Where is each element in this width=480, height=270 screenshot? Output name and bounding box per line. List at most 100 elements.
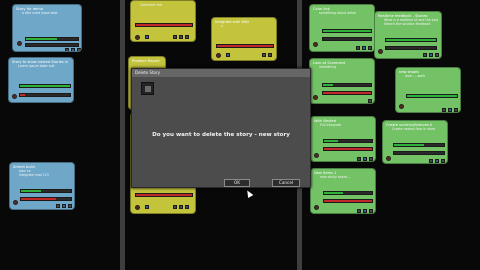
progress-bar [385,38,437,42]
action-icon[interactable] [145,205,149,209]
action-icon[interactable] [448,108,452,112]
card-subtitle: a title need know best [22,11,58,16]
card-subtitle: Something [319,65,337,70]
story-card[interactable]: Look at Scorecard Something [309,58,375,104]
progress-bar [406,94,458,98]
card-subtitle: Search the solution feedback [384,22,431,27]
board: Story for demo a title need know best St… [0,0,480,270]
progress-bar [20,189,72,193]
card-subtitle: a [221,24,223,29]
warning-icon [141,82,154,95]
action-icon[interactable] [435,53,439,57]
status-dot-icon[interactable] [313,95,318,100]
progress-bar [385,46,437,50]
action-icon[interactable] [173,35,177,39]
action-icon[interactable] [362,46,366,50]
action-icon[interactable] [262,53,266,57]
dialog-title: Delete Story [132,69,310,77]
action-icon[interactable] [179,35,183,39]
action-icon[interactable] [423,53,427,57]
action-icon[interactable] [441,159,445,163]
action-icon[interactable] [71,48,75,51]
progress-bar [135,23,193,27]
progress-bar [393,151,445,155]
story-card[interactable]: Create screens/features II Create nested… [382,120,448,164]
action-icon[interactable] [68,204,72,208]
status-dot-icon[interactable] [314,153,319,158]
action-icon[interactable] [268,53,272,57]
action-icon[interactable] [454,108,458,112]
progress-bar [20,197,72,201]
progress-bar [393,143,445,147]
action-icon[interactable] [369,209,373,213]
progress-bar [322,29,372,33]
status-dot-icon[interactable] [135,205,140,210]
ok-button[interactable]: OK [224,179,250,187]
action-icon[interactable] [363,209,367,213]
progress-bar [323,139,373,143]
action-icon[interactable] [62,204,66,208]
action-icon[interactable] [56,204,60,208]
action-icon[interactable] [65,48,69,51]
card-subtitle: Lorem ipsum dolor suit [18,64,55,69]
status-dot-icon[interactable] [13,200,18,205]
action-icon[interactable] [356,46,360,50]
status-dot-icon[interactable] [17,41,22,46]
action-icon[interactable] [369,157,373,161]
progress-bar [322,83,372,87]
action-icon[interactable] [357,157,361,161]
action-icon[interactable] [435,159,439,163]
action-icon[interactable] [357,209,361,213]
action-icon[interactable] [185,205,189,209]
status-dot-icon[interactable] [386,156,391,161]
story-card[interactable]: With Nested Full integrate [310,116,376,162]
action-icon[interactable] [226,53,230,57]
progress-bar [19,93,71,97]
card-subtitle: Full integrate [320,123,342,128]
status-dot-icon[interactable] [399,104,404,109]
action-icon[interactable] [442,108,446,112]
progress-bar [322,37,372,41]
progress-bar [323,199,373,203]
status-dot-icon[interactable] [135,35,140,40]
card-subtitle: love......walk [405,74,426,79]
action-icon[interactable] [368,46,372,50]
progress-bar [25,37,79,41]
story-card[interactable]: Comment red [130,0,196,42]
dialog-message: Do you want to delete the story - new st… [152,132,290,138]
story-card[interactable]: Story for demo a title need know best [12,4,82,52]
story-card[interactable]: new shows love......walk [395,67,461,113]
action-icon[interactable] [145,35,149,39]
delete-story-dialog: Delete Story Do you want to delete the s… [131,68,311,188]
card-subtitle: integrate mod 123 [19,173,49,178]
action-icon[interactable] [363,157,367,161]
story-card[interactable]: New Items 1 new sticky board.... [310,168,376,214]
story-card[interactable]: Story to show nested Stories in Lorem ip… [8,57,74,103]
story-card[interactable]: Ahmet build plan co integrate mod 123 [9,162,75,210]
card-subtitle: new sticky board.... [320,175,352,180]
progress-bar [19,84,71,88]
action-icon[interactable] [173,205,177,209]
progress-bar [25,43,79,47]
status-dot-icon[interactable] [12,94,17,99]
progress-bar [323,191,373,195]
action-icon[interactable] [185,35,189,39]
status-dot-icon[interactable] [378,49,383,54]
card-subtitle: Comment red [140,3,162,7]
status-dot-icon[interactable] [314,205,319,210]
progress-bar [216,44,274,48]
status-dot-icon[interactable] [313,42,318,47]
action-icon[interactable] [429,53,433,57]
action-icon[interactable] [368,99,372,103]
cancel-button[interactable]: Cancel [272,179,300,187]
progress-bar [323,147,373,151]
story-card[interactable]: Realtime feedback - Stories What is a re… [374,11,442,59]
status-dot-icon[interactable] [216,53,221,58]
card-subtitle: something about detail [319,11,357,16]
story-card[interactable]: Integrate with Wiki a [211,17,277,61]
action-icon[interactable] [429,159,433,163]
card-title: Problem Report [132,59,160,63]
action-icon[interactable] [179,205,183,209]
story-card[interactable]: Color link something about detail [309,4,375,52]
progress-bar [322,91,372,95]
